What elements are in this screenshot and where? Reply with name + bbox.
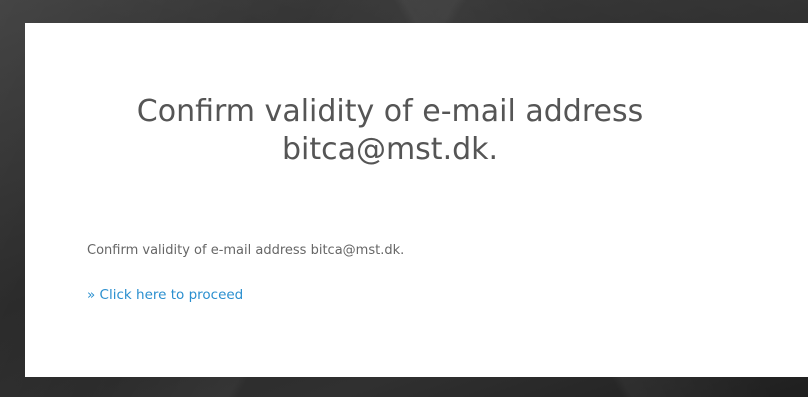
page-title-line-2: bitca@mst.dk. [281,132,499,167]
confirmation-panel: Confirm validity of e-mail address bitca… [25,23,808,377]
page-title-line-1: Confirm validity of e-mail address [136,94,644,129]
page-title: Confirm validity of e-mail address bitca… [25,93,755,169]
confirmation-message: Confirm validity of e-mail address bitca… [87,243,405,258]
proceed-link[interactable]: » Click here to proceed [87,287,243,303]
